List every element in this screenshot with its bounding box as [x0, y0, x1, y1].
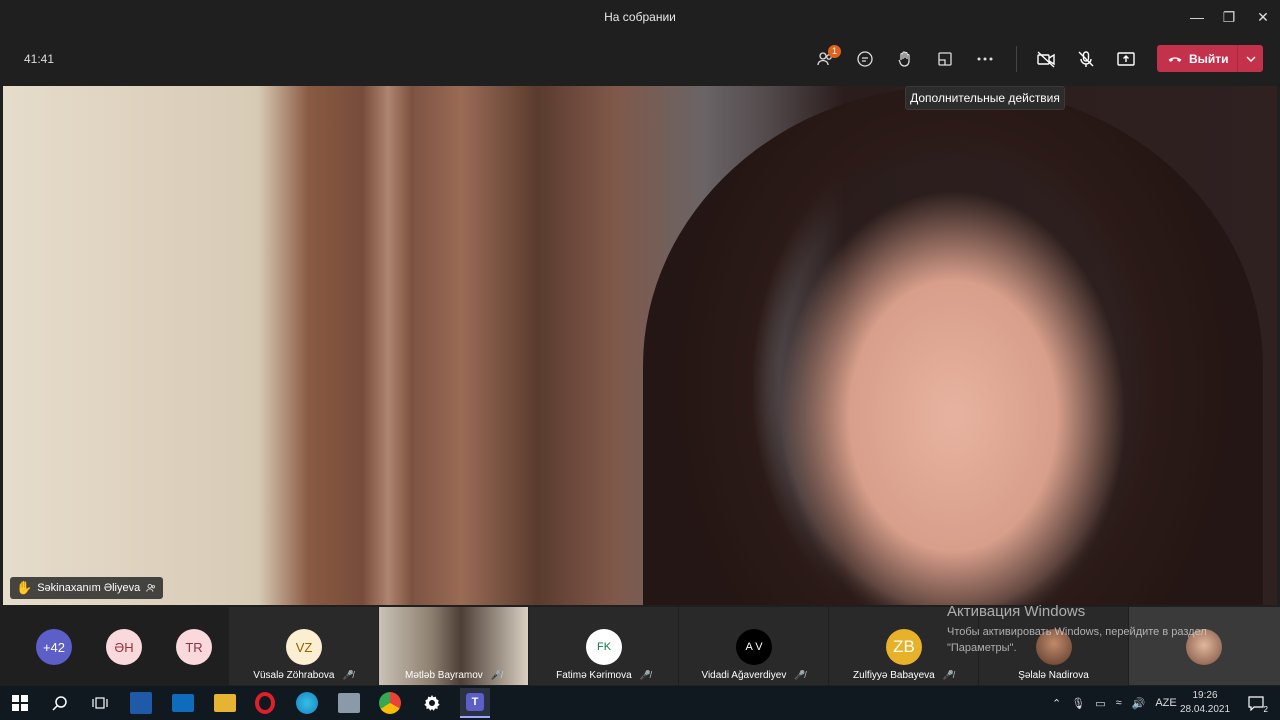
clock[interactable]: 19:26 28.04.2021 — [1180, 689, 1230, 717]
leave-options-button[interactable] — [1237, 45, 1263, 72]
activation-text: Чтобы активировать Windows, перейдите в … — [947, 626, 1207, 654]
participant-initials: FK — [586, 629, 622, 665]
participant-tile-name: Zulfiyyə Babayeva — [853, 670, 935, 681]
search-button[interactable] — [48, 691, 72, 715]
participant-video-image — [643, 86, 1263, 605]
camera-toggle-button[interactable] — [1033, 46, 1059, 72]
opera-icon[interactable] — [255, 692, 275, 714]
participant-name: Səkinaxanım Əliyeva — [37, 582, 141, 594]
window-title: На собрании — [604, 10, 676, 24]
hang-up-icon — [1168, 56, 1182, 62]
mic-off-icon: 🎤̸ — [342, 670, 354, 680]
participant-tile-name: Vüsalə Zöhrabova — [253, 670, 335, 681]
mic-off-icon: 🎤̸ — [639, 670, 651, 680]
leave-label: Выйти — [1189, 51, 1229, 66]
wifi-icon[interactable]: ≈ — [1116, 697, 1122, 709]
share-button[interactable] — [1113, 46, 1139, 72]
more-actions-tooltip: Дополнительные действия — [905, 86, 1065, 110]
teams-taskbar-button[interactable]: T — [460, 688, 490, 718]
windows-activation-watermark: Активация Windows Чтобы активировать Win… — [947, 603, 1247, 656]
minimize-button[interactable]: — — [1180, 0, 1214, 34]
chat-button[interactable] — [852, 46, 878, 72]
raise-hand-icon — [898, 51, 910, 67]
notification-icon — [1248, 696, 1264, 711]
rooms-button[interactable] — [932, 46, 958, 72]
toolbar-divider — [1016, 46, 1017, 72]
clock-time: 19:26 — [1192, 690, 1218, 701]
tray-expand-icon[interactable]: ⌃ — [1052, 697, 1061, 710]
mail-app-icon[interactable] — [338, 693, 360, 713]
participant-options-icon — [146, 583, 156, 592]
mic-toggle-button[interactable] — [1073, 46, 1099, 72]
start-button[interactable] — [8, 691, 32, 715]
participant-name-tag: ✋ Səkinaxanım Əliyeva — [10, 577, 164, 599]
more-actions-button[interactable] — [972, 46, 998, 72]
raised-hand-icon: ✋ — [16, 580, 33, 595]
rooms-icon — [938, 52, 952, 66]
participant-initials: VZ — [286, 629, 322, 665]
participant-tile-name: Fatimə Kərimova — [556, 670, 632, 681]
edge-icon[interactable] — [296, 692, 318, 714]
windows-logo-icon — [12, 695, 28, 711]
maximize-button[interactable]: ❐ — [1212, 0, 1246, 34]
participant-avatar[interactable]: TR — [176, 629, 212, 665]
file-explorer-icon[interactable] — [214, 694, 236, 712]
share-icon — [1117, 52, 1135, 66]
more-icon — [977, 57, 993, 61]
activation-title: Активация Windows — [947, 603, 1086, 620]
gear-icon — [424, 695, 440, 711]
close-button[interactable]: ✕ — [1246, 0, 1280, 34]
participant-tile-name: Şəlalə Nadirova — [1018, 670, 1089, 681]
leave-button[interactable]: Выйти — [1157, 45, 1263, 72]
participant-avatar[interactable]: ƏH — [106, 629, 142, 665]
participant-initials: ZB — [886, 629, 922, 665]
mic-off-icon: 🎤̸ — [794, 670, 806, 680]
system-tray: ⌃ 🎙 ▭ ≈ 🔊 AZE — [1052, 686, 1177, 720]
participants-button[interactable]: 1 — [812, 45, 841, 72]
meeting-toolbar: 41:41 1 Выйти — [0, 34, 1280, 84]
participant-tile[interactable]: FK Fatimə Kərimova 🎤̸ — [529, 607, 678, 685]
clock-date: 28.04.2021 — [1180, 704, 1231, 715]
mic-off-icon: 🎤̸ — [942, 670, 954, 680]
participant-tile[interactable]: VZ Vüsalə Zöhrabova 🎤̸ — [229, 607, 378, 685]
task-view-icon — [92, 697, 108, 709]
task-view-button[interactable] — [88, 691, 112, 715]
chrome-icon[interactable] — [379, 692, 401, 714]
mic-off-icon: 🎤̸ — [490, 670, 503, 680]
title-bar: На собрании — ❐ ✕ — [0, 0, 1280, 34]
participant-tile[interactable]: A V Vidadi Ağaverdiyev 🎤̸ — [679, 607, 828, 685]
reactions-button[interactable] — [892, 46, 918, 72]
language-indicator[interactable]: AZE — [1155, 697, 1176, 709]
battery-icon[interactable]: ▭ — [1095, 697, 1105, 710]
notification-count: 2 — [1263, 705, 1268, 714]
windows-taskbar: T ⌃ 🎙 ▭ ≈ 🔊 AZE 19:26 28.04.2021 2 — [0, 686, 1280, 720]
search-icon — [52, 696, 67, 711]
background-window-frame — [363, 86, 413, 605]
microphone-icon[interactable]: 🎙 — [1071, 697, 1085, 710]
settings-icon[interactable] — [420, 691, 444, 715]
chat-icon — [857, 51, 873, 67]
camera-off-icon — [1037, 51, 1055, 68]
main-video-feed[interactable]: ✋ Səkinaxanım Əliyeva — [3, 86, 1277, 605]
volume-icon[interactable]: 🔊 — [1132, 697, 1146, 710]
chevron-down-icon — [1246, 56, 1255, 62]
mail-icon[interactable] — [172, 694, 194, 712]
notifications-button[interactable]: 2 — [1244, 691, 1268, 715]
mic-off-icon — [1078, 51, 1094, 67]
participant-tile-video[interactable]: Mətləb Bayramov 🎤̸ — [379, 607, 528, 685]
participants-badge: 1 — [828, 45, 841, 58]
teams-icon: T — [466, 693, 484, 711]
participant-tile-name: Mətləb Bayramov — [404, 670, 483, 681]
store-icon[interactable] — [130, 692, 152, 714]
participant-tile-name: Vidadi Ağaverdiyev — [701, 670, 787, 681]
participant-initials: A V — [736, 629, 772, 665]
meeting-timer: 41:41 — [24, 52, 55, 66]
overflow-participants-button[interactable]: +42 — [36, 629, 72, 665]
